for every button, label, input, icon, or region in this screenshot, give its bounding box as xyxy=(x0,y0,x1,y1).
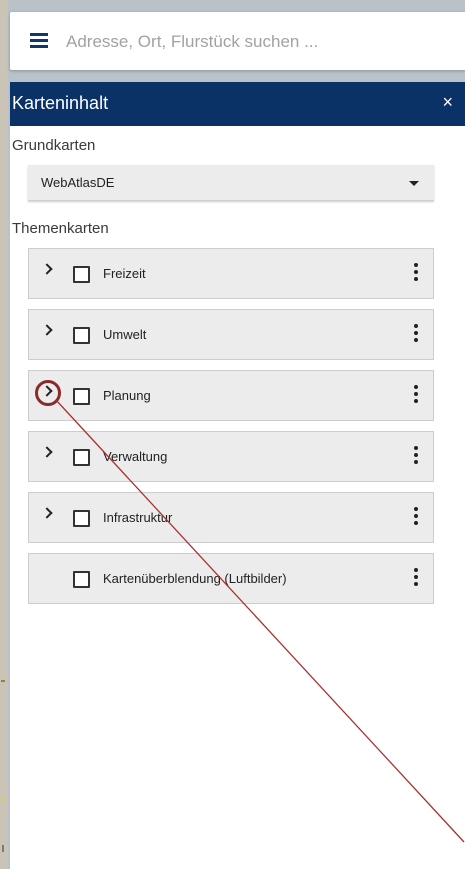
basemaps-label: Grundkarten xyxy=(12,137,96,154)
checkbox-icon[interactable] xyxy=(73,327,90,344)
map-fragment xyxy=(1,680,5,682)
chevron-right-icon[interactable] xyxy=(43,323,55,339)
layer-item-verwaltung: Verwaltung xyxy=(28,431,434,482)
map-content-panel: Karteninhalt × Grundkarten WebAtlasDE Th… xyxy=(10,82,465,869)
basemap-select[interactable]: WebAtlasDE xyxy=(28,165,434,201)
checkbox-icon[interactable] xyxy=(73,571,90,588)
chevron-right-icon[interactable] xyxy=(43,445,55,461)
chevron-right-icon[interactable] xyxy=(43,506,55,522)
menu-icon[interactable] xyxy=(30,33,48,48)
panel-header: Karteninhalt × xyxy=(10,82,465,126)
map-background xyxy=(0,0,8,869)
layer-item-infrastruktur: Infrastruktur xyxy=(28,492,434,543)
map-fragment xyxy=(1,798,5,801)
checkbox-icon[interactable] xyxy=(73,449,90,466)
layer-label: Planung xyxy=(103,388,151,403)
checkbox-icon[interactable] xyxy=(73,510,90,527)
basemap-selected-value: WebAtlasDE xyxy=(41,175,115,190)
more-vert-icon[interactable] xyxy=(413,507,419,527)
more-vert-icon[interactable] xyxy=(413,324,419,344)
search-input[interactable] xyxy=(64,24,458,60)
layer-label: Kartenüberblendung (Luftbilder) xyxy=(103,571,287,586)
layer-item-umwelt: Umwelt xyxy=(28,309,434,360)
layer-label: Verwaltung xyxy=(103,449,168,464)
checkbox-icon[interactable] xyxy=(73,388,90,405)
themes-label: Themenkarten xyxy=(12,220,109,237)
checkbox-icon[interactable] xyxy=(73,266,90,283)
panel-title: Karteninhalt xyxy=(12,93,109,113)
chevron-right-icon[interactable] xyxy=(43,384,55,400)
more-vert-icon[interactable] xyxy=(413,385,419,405)
map-fragment xyxy=(2,845,4,852)
dropdown-caret-icon xyxy=(409,181,419,186)
layer-item-luftbilder: Kartenüberblendung (Luftbilder) xyxy=(28,553,434,604)
more-vert-icon[interactable] xyxy=(413,568,419,588)
chevron-right-icon[interactable] xyxy=(43,262,55,278)
layer-label: Umwelt xyxy=(103,327,147,342)
layer-item-planung: Planung xyxy=(28,370,434,421)
layer-label: Infrastruktur xyxy=(103,510,173,525)
layer-item-freizeit: Freizeit xyxy=(28,248,434,299)
close-icon[interactable]: × xyxy=(442,92,453,113)
search-bar xyxy=(10,12,465,70)
more-vert-icon[interactable] xyxy=(413,263,419,283)
layer-label: Freizeit xyxy=(103,266,146,281)
more-vert-icon[interactable] xyxy=(413,446,419,466)
